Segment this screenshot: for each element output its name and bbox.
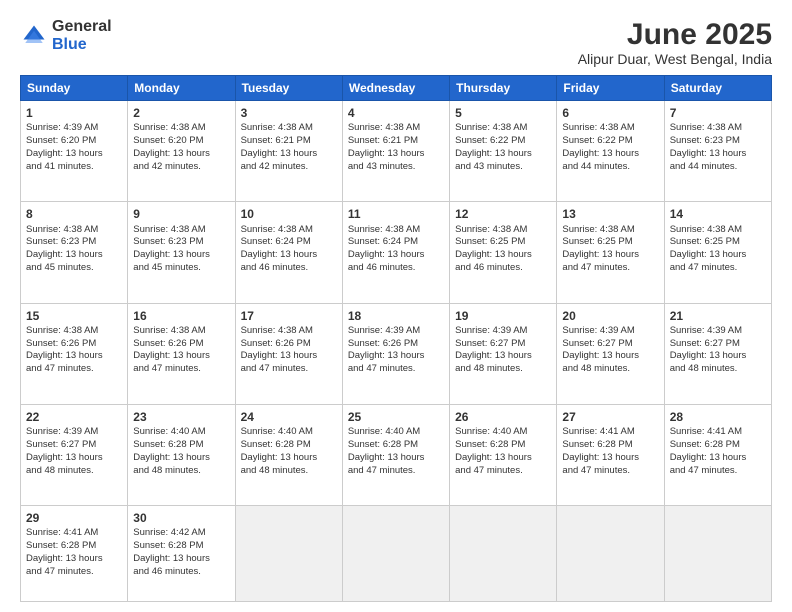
day-cell: [235, 506, 342, 602]
week-row-5: 29Sunrise: 4:41 AMSunset: 6:28 PMDayligh…: [21, 506, 772, 602]
day-cell: 17Sunrise: 4:38 AMSunset: 6:26 PMDayligh…: [235, 303, 342, 404]
day-number: 9: [133, 206, 229, 222]
day-number: 30: [133, 510, 229, 526]
day-cell: 7Sunrise: 4:38 AMSunset: 6:23 PMDaylight…: [664, 101, 771, 202]
day-number: 6: [562, 105, 658, 121]
day-number: 29: [26, 510, 122, 526]
day-cell: 29Sunrise: 4:41 AMSunset: 6:28 PMDayligh…: [21, 506, 128, 602]
day-number: 26: [455, 409, 551, 425]
logo-icon: [20, 22, 48, 50]
day-number: 13: [562, 206, 658, 222]
day-cell: 6Sunrise: 4:38 AMSunset: 6:22 PMDaylight…: [557, 101, 664, 202]
day-cell: 26Sunrise: 4:40 AMSunset: 6:28 PMDayligh…: [450, 404, 557, 505]
day-cell: 24Sunrise: 4:40 AMSunset: 6:28 PMDayligh…: [235, 404, 342, 505]
day-cell: 22Sunrise: 4:39 AMSunset: 6:27 PMDayligh…: [21, 404, 128, 505]
day-cell: 16Sunrise: 4:38 AMSunset: 6:26 PMDayligh…: [128, 303, 235, 404]
col-saturday: Saturday: [664, 76, 771, 101]
week-row-4: 22Sunrise: 4:39 AMSunset: 6:27 PMDayligh…: [21, 404, 772, 505]
day-cell: 3Sunrise: 4:38 AMSunset: 6:21 PMDaylight…: [235, 101, 342, 202]
day-cell: 30Sunrise: 4:42 AMSunset: 6:28 PMDayligh…: [128, 506, 235, 602]
day-cell: 20Sunrise: 4:39 AMSunset: 6:27 PMDayligh…: [557, 303, 664, 404]
day-cell: 4Sunrise: 4:38 AMSunset: 6:21 PMDaylight…: [342, 101, 449, 202]
day-cell: 8Sunrise: 4:38 AMSunset: 6:23 PMDaylight…: [21, 202, 128, 303]
day-cell: 14Sunrise: 4:38 AMSunset: 6:25 PMDayligh…: [664, 202, 771, 303]
day-number: 21: [670, 308, 766, 324]
day-number: 11: [348, 206, 444, 222]
day-number: 28: [670, 409, 766, 425]
day-number: 27: [562, 409, 658, 425]
week-row-3: 15Sunrise: 4:38 AMSunset: 6:26 PMDayligh…: [21, 303, 772, 404]
day-cell: 23Sunrise: 4:40 AMSunset: 6:28 PMDayligh…: [128, 404, 235, 505]
day-number: 25: [348, 409, 444, 425]
day-cell: 27Sunrise: 4:41 AMSunset: 6:28 PMDayligh…: [557, 404, 664, 505]
day-number: 1: [26, 105, 122, 121]
calendar-subtitle: Alipur Duar, West Bengal, India: [578, 51, 772, 67]
col-monday: Monday: [128, 76, 235, 101]
day-cell: [557, 506, 664, 602]
title-block: June 2025 Alipur Duar, West Bengal, Indi…: [578, 18, 772, 67]
day-cell: [342, 506, 449, 602]
day-cell: [664, 506, 771, 602]
day-number: 5: [455, 105, 551, 121]
logo-blue-label: Blue: [52, 36, 112, 54]
day-cell: 11Sunrise: 4:38 AMSunset: 6:24 PMDayligh…: [342, 202, 449, 303]
day-cell: 9Sunrise: 4:38 AMSunset: 6:23 PMDaylight…: [128, 202, 235, 303]
day-cell: 5Sunrise: 4:38 AMSunset: 6:22 PMDaylight…: [450, 101, 557, 202]
day-cell: 2Sunrise: 4:38 AMSunset: 6:20 PMDaylight…: [128, 101, 235, 202]
day-number: 14: [670, 206, 766, 222]
day-cell: 10Sunrise: 4:38 AMSunset: 6:24 PMDayligh…: [235, 202, 342, 303]
logo: General Blue: [20, 18, 112, 53]
page: General Blue June 2025 Alipur Duar, West…: [0, 0, 792, 612]
day-cell: 18Sunrise: 4:39 AMSunset: 6:26 PMDayligh…: [342, 303, 449, 404]
col-thursday: Thursday: [450, 76, 557, 101]
week-row-1: 1Sunrise: 4:39 AMSunset: 6:20 PMDaylight…: [21, 101, 772, 202]
day-number: 18: [348, 308, 444, 324]
header: General Blue June 2025 Alipur Duar, West…: [20, 18, 772, 67]
header-row: Sunday Monday Tuesday Wednesday Thursday…: [21, 76, 772, 101]
day-number: 20: [562, 308, 658, 324]
day-number: 8: [26, 206, 122, 222]
day-cell: 25Sunrise: 4:40 AMSunset: 6:28 PMDayligh…: [342, 404, 449, 505]
day-cell: 28Sunrise: 4:41 AMSunset: 6:28 PMDayligh…: [664, 404, 771, 505]
day-number: 17: [241, 308, 337, 324]
day-number: 2: [133, 105, 229, 121]
day-number: 19: [455, 308, 551, 324]
calendar-table: Sunday Monday Tuesday Wednesday Thursday…: [20, 75, 772, 602]
logo-general-label: General: [52, 18, 112, 36]
week-row-2: 8Sunrise: 4:38 AMSunset: 6:23 PMDaylight…: [21, 202, 772, 303]
day-number: 10: [241, 206, 337, 222]
col-friday: Friday: [557, 76, 664, 101]
day-number: 15: [26, 308, 122, 324]
col-sunday: Sunday: [21, 76, 128, 101]
calendar-title: June 2025: [578, 18, 772, 51]
day-number: 3: [241, 105, 337, 121]
day-cell: 13Sunrise: 4:38 AMSunset: 6:25 PMDayligh…: [557, 202, 664, 303]
day-number: 12: [455, 206, 551, 222]
day-cell: 21Sunrise: 4:39 AMSunset: 6:27 PMDayligh…: [664, 303, 771, 404]
day-cell: 19Sunrise: 4:39 AMSunset: 6:27 PMDayligh…: [450, 303, 557, 404]
day-number: 22: [26, 409, 122, 425]
day-number: 4: [348, 105, 444, 121]
day-number: 16: [133, 308, 229, 324]
day-cell: 1Sunrise: 4:39 AMSunset: 6:20 PMDaylight…: [21, 101, 128, 202]
col-wednesday: Wednesday: [342, 76, 449, 101]
day-cell: 15Sunrise: 4:38 AMSunset: 6:26 PMDayligh…: [21, 303, 128, 404]
day-cell: [450, 506, 557, 602]
day-number: 24: [241, 409, 337, 425]
col-tuesday: Tuesday: [235, 76, 342, 101]
day-number: 7: [670, 105, 766, 121]
day-number: 23: [133, 409, 229, 425]
day-cell: 12Sunrise: 4:38 AMSunset: 6:25 PMDayligh…: [450, 202, 557, 303]
logo-text: General Blue: [52, 18, 112, 53]
